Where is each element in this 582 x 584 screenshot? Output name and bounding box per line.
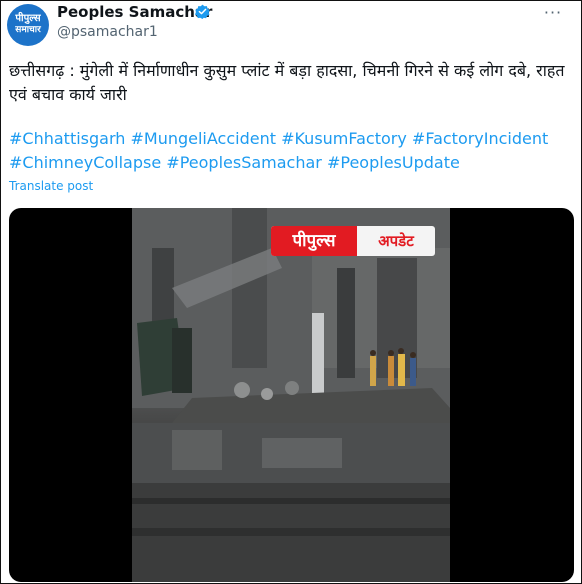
tweet-card: पीपुल्स समाचार Peoples Samachar @psamach… xyxy=(0,0,582,584)
author-name[interactable]: Peoples Samachar xyxy=(57,3,212,21)
hashtag-link[interactable]: #ChimneyCollapse xyxy=(9,153,161,172)
video-scene-image xyxy=(132,208,450,582)
author-handle[interactable]: @psamachar1 xyxy=(57,24,158,40)
verified-badge-icon xyxy=(195,4,210,19)
badge-right-text: अपडेट xyxy=(378,232,414,250)
video-player[interactable]: पीपुल्स अपडेट xyxy=(9,208,574,582)
badge-left-text: पीपुल्स xyxy=(271,226,357,256)
avatar[interactable]: पीपुल्स समाचार xyxy=(7,4,49,46)
avatar-line-1: पीपुल्स xyxy=(15,13,41,24)
hashtag-link[interactable]: #KusumFactory xyxy=(281,129,407,148)
avatar-line-2: समाचार xyxy=(15,25,41,35)
hashtag-link[interactable]: #FactoryIncident xyxy=(412,129,548,148)
video-frame: पीपुल्स अपडेट xyxy=(132,208,450,582)
more-options-icon[interactable]: ··· xyxy=(539,3,567,22)
video-channel-badge: पीपुल्स अपडेट xyxy=(271,226,435,256)
hashtag-link[interactable]: #MungeliAccident xyxy=(130,129,276,148)
hashtag-link[interactable]: #PeoplesSamachar xyxy=(166,153,322,172)
post-text: छत्तीसगढ़ : मुंगेली में निर्माणाधीन कुसु… xyxy=(9,61,565,104)
hashtag-link[interactable]: #PeoplesUpdate xyxy=(327,153,460,172)
hashtag-list: #Chhattisgarh #MungeliAccident #KusumFac… xyxy=(9,127,569,175)
translate-post-link[interactable]: Translate post xyxy=(9,179,93,193)
hashtag-link[interactable]: #Chhattisgarh xyxy=(9,129,125,148)
